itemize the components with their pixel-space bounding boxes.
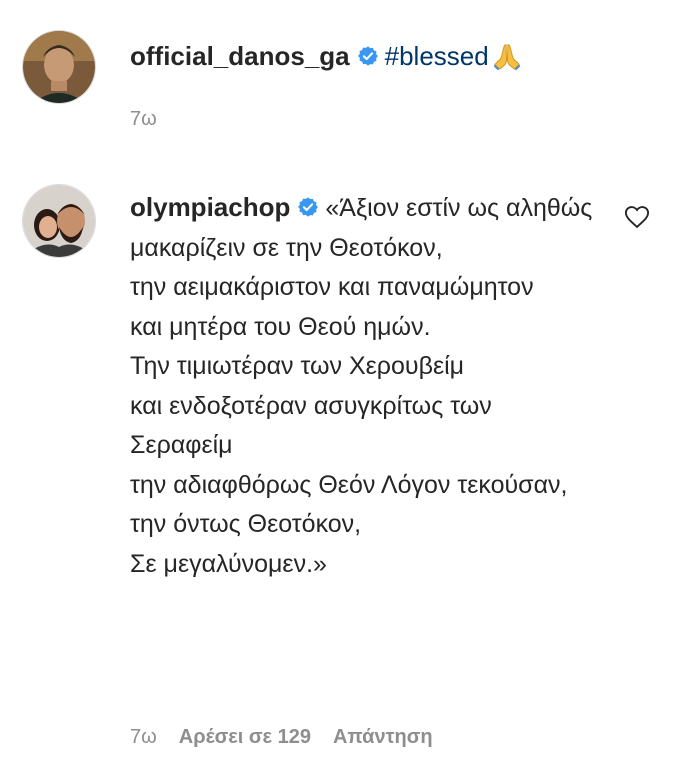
post-author-username[interactable]: official_danos_ga xyxy=(130,41,350,72)
heart-icon[interactable] xyxy=(623,203,651,231)
verified-badge-icon xyxy=(297,196,319,218)
commenter-avatar[interactable] xyxy=(22,184,96,258)
comment-likes-count[interactable]: Αρέσει σε 129 xyxy=(179,726,311,749)
comment-body: olympiachop «Άξιον εστίν ως αληθώς μακαρ… xyxy=(130,188,600,584)
commenter-username[interactable]: olympiachop xyxy=(130,192,290,222)
reply-button[interactable]: Απάντηση xyxy=(333,726,433,749)
comment-text: «Άξιον εστίν ως αληθώς μακαρίζειν σε την… xyxy=(130,194,593,578)
post-timestamp: 7ω xyxy=(130,108,157,130)
verified-badge-icon xyxy=(357,45,379,67)
post-author-avatar[interactable] xyxy=(22,30,96,104)
comment-meta: 7ω Αρέσει σε 129 Απάντηση xyxy=(130,726,433,749)
post-caption: official_danos_ga #blessed xyxy=(130,38,522,74)
folded-hands-icon xyxy=(492,41,522,71)
comment-timestamp: 7ω xyxy=(130,726,157,748)
hashtag-link[interactable]: #blessed xyxy=(385,41,489,72)
